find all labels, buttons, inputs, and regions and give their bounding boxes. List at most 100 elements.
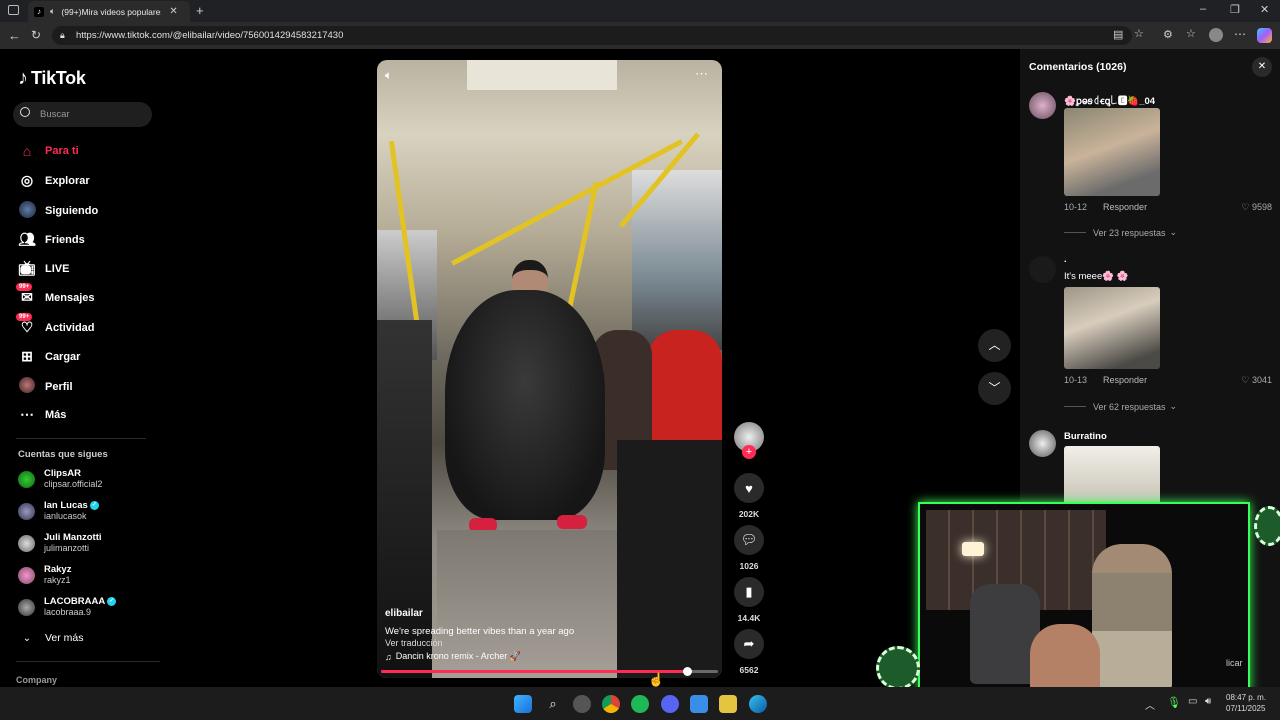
close-tab-icon[interactable]: ✕	[169, 6, 177, 17]
tray-chevron-icon[interactable]: ︿	[1145, 697, 1155, 712]
nav-friends[interactable]: 👥︎ Friends	[18, 231, 85, 248]
copilot-icon[interactable]	[1257, 28, 1272, 43]
comment-image[interactable]	[1064, 108, 1160, 196]
new-tab-button[interactable]: +	[196, 4, 204, 17]
windows-start-icon[interactable]	[514, 695, 532, 713]
microphone-icon[interactable]: 🎙︎	[1167, 696, 1181, 709]
minimize-icon[interactable]: –	[1200, 4, 1206, 15]
like-button[interactable]: ♥ 202K	[733, 473, 765, 519]
profile-icon	[18, 377, 36, 396]
nav-mas[interactable]: ⋯ Más	[18, 406, 66, 423]
tiktok-logo[interactable]: ♪ TikTok	[18, 67, 86, 90]
favorite-star-icon[interactable]: ☆	[1134, 29, 1144, 40]
clock-date[interactable]: 07/11/2025	[1226, 704, 1265, 713]
account-ian-lucas[interactable]: Ian Lucas ✓ ianlucasok	[18, 500, 99, 522]
search-box[interactable]: Buscar	[13, 102, 152, 127]
company-link[interactable]: Company	[16, 675, 57, 685]
comment-button[interactable]: 💬︎ 1026	[733, 525, 765, 571]
nav-cargar[interactable]: ⊞ Cargar	[18, 348, 80, 365]
nav-actividad[interactable]: ♡ 99+ Actividad	[16, 313, 95, 336]
share-icon: ➦	[734, 629, 764, 659]
volume-icon[interactable]: 🔈︎	[385, 68, 392, 83]
notepad-icon[interactable]	[690, 695, 708, 713]
reply-button[interactable]: Responder	[1103, 375, 1147, 385]
video-more-icon[interactable]: ⋯	[695, 66, 708, 82]
compass-icon: ◎	[20, 172, 34, 188]
chrome-icon[interactable]	[602, 695, 620, 713]
comment-like[interactable]: ♡ 9598	[1241, 202, 1272, 213]
account-clipsar[interactable]: ClipsAR clipsar.official2	[18, 468, 102, 490]
extensions-icon[interactable]: ⚙	[1163, 30, 1173, 41]
reader-icon[interactable]: ▤	[1113, 30, 1123, 41]
creator-avatar-button[interactable]: +	[733, 422, 765, 459]
nav-live[interactable]: 📺︎ LIVE	[18, 260, 69, 277]
search-input[interactable]: Buscar	[40, 109, 70, 120]
account-lacobraaa[interactable]: LACOBRAAA ✓ lacobraaa.9	[18, 596, 117, 618]
browser-menu-icon[interactable]: ⋯	[1234, 28, 1246, 40]
share-button[interactable]: ➦ 6562	[733, 629, 765, 675]
volume-tray-icon[interactable]: 🔊︎	[1205, 696, 1211, 707]
account-rakyz[interactable]: Rakyz rakyz1	[18, 564, 71, 586]
translate-link[interactable]: Ver traducción	[385, 638, 443, 648]
url-field[interactable]: 🔒︎ https://www.tiktok.com/@elibailar/vid…	[52, 26, 1132, 45]
comment-icon: 💬︎	[734, 525, 764, 555]
video-player[interactable]: 🔈︎ ⋯ elibailar We're spreading better vi…	[377, 60, 722, 678]
nav-explorar[interactable]: ◎ Explorar	[18, 172, 90, 189]
close-icon: ✕	[1257, 61, 1267, 72]
see-more-button[interactable]: ⌄ Ver más	[18, 632, 84, 644]
comment-user[interactable]: 🌸ꝑⱺꞩ꒯ꞓꝗ꒒🅴🍓_04	[1064, 93, 1155, 107]
comment-user[interactable]: .	[1064, 254, 1067, 265]
refresh-icon[interactable]: ↻	[31, 29, 41, 41]
webcam-overlay: licar	[918, 502, 1250, 692]
window-menu-icon[interactable]	[8, 5, 19, 15]
back-icon[interactable]: ←	[8, 29, 21, 42]
comment-image[interactable]	[1064, 446, 1160, 506]
video-author[interactable]: elibailar	[385, 608, 423, 619]
view-replies-button[interactable]: Ver 23 respuestas ⌄	[1064, 227, 1177, 238]
profile-avatar-icon[interactable]	[1209, 28, 1223, 42]
music-row[interactable]: ♫ Dancin krono remix - Archer 🚀	[385, 651, 521, 662]
avatar	[18, 503, 35, 520]
search-icon[interactable]: ⌕	[544, 695, 562, 713]
app-icon[interactable]	[573, 695, 591, 713]
browser-tab[interactable]: ♪ 🔈︎ (99+)Mira videos populares ✕	[28, 1, 190, 22]
reply-button[interactable]: Responder	[1103, 202, 1147, 212]
clock-time[interactable]: 08:47 p. m.	[1226, 693, 1266, 702]
nav-label: Siguiendo	[45, 205, 99, 217]
avatar[interactable]	[1029, 430, 1056, 457]
heart-icon: ♥	[734, 473, 764, 503]
next-video-button[interactable]: ﹀	[978, 372, 1011, 405]
nav-para-ti[interactable]: ⌂ Para ti	[18, 143, 79, 159]
nav-siguiendo[interactable]: Siguiendo	[18, 201, 98, 221]
comment-image[interactable]	[1064, 287, 1160, 369]
comment-like[interactable]: ♡ 3041	[1241, 375, 1272, 386]
follow-plus-icon[interactable]: +	[742, 445, 756, 459]
progress-track[interactable]	[381, 667, 718, 676]
avatar[interactable]	[1029, 256, 1056, 283]
nav-label: Mensajes	[45, 291, 95, 304]
chevron-down-icon: ⌄	[22, 632, 32, 644]
discord-icon[interactable]	[661, 695, 679, 713]
comment-user[interactable]: Burratino	[1064, 431, 1107, 442]
nav-label: Explorar	[45, 174, 90, 187]
nav-mensajes[interactable]: ✉ 99+ Mensajes	[16, 283, 95, 306]
restore-icon[interactable]: ❐	[1230, 5, 1240, 16]
music-note-icon: ♫	[385, 651, 392, 662]
avatar	[18, 535, 35, 552]
network-icon[interactable]: ▭	[1188, 696, 1197, 707]
close-comments-button[interactable]: ✕	[1252, 57, 1272, 77]
app-icon[interactable]	[719, 695, 737, 713]
avatar[interactable]	[1029, 92, 1056, 119]
spotify-icon[interactable]	[631, 695, 649, 713]
nav-perfil[interactable]: Perfil	[18, 377, 73, 396]
account-juli-manzotti[interactable]: Juli Manzotti julimanzotti	[18, 532, 102, 554]
favorites-icon[interactable]: ☆	[1186, 29, 1196, 40]
speaker-icon[interactable]: 🔈︎	[50, 6, 55, 17]
save-button[interactable]: ▮ 14.4K	[733, 577, 765, 623]
edge-icon[interactable]	[749, 695, 767, 713]
close-window-icon[interactable]: ✕	[1260, 5, 1269, 16]
comment-like-count: 3041	[1251, 375, 1272, 385]
previous-video-button[interactable]: ︿	[978, 329, 1011, 362]
comments-title: Comentarios (1026)	[1029, 61, 1127, 73]
view-replies-button[interactable]: Ver 62 respuestas ⌄	[1064, 401, 1177, 412]
